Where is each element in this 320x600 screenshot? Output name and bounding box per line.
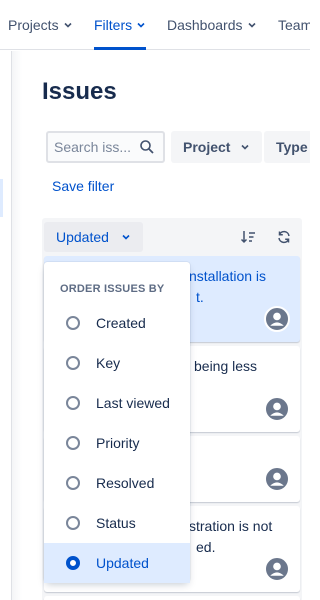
sort-by-label: Updated: [56, 229, 109, 245]
search-placeholder: Search iss...: [54, 139, 132, 155]
sort-option-updated[interactable]: Updated: [44, 543, 190, 583]
default-avatar-icon: [264, 556, 290, 582]
project-filter-label: Project: [183, 139, 231, 155]
search-icon: [140, 140, 154, 154]
radio-unchecked-icon: [66, 316, 80, 330]
nav-dashboards[interactable]: Dashboards: [167, 0, 257, 50]
nav-projects-label: Projects: [8, 17, 59, 33]
top-navigation: Projects Filters Dashboards Teams: [0, 0, 310, 50]
nav-projects[interactable]: Projects: [8, 0, 73, 50]
issue-list-header: Updated: [42, 218, 302, 256]
radio-unchecked-icon: [66, 516, 80, 530]
sort-option-label: Key: [96, 355, 121, 371]
sort-option-label: Last viewed: [96, 395, 170, 411]
sidebar-active-marker: [0, 179, 3, 217]
sort-option-label: Status: [96, 515, 136, 531]
save-filter-link[interactable]: Save filter: [52, 178, 114, 194]
chevron-down-icon: [122, 234, 130, 240]
sort-option-label: Resolved: [96, 475, 155, 491]
radio-unchecked-icon: [66, 356, 80, 370]
sort-order-icon[interactable]: [240, 229, 256, 245]
default-avatar-icon: [264, 396, 290, 422]
type-filter-label: Type: [276, 139, 308, 155]
sort-option-key[interactable]: Key: [44, 343, 190, 383]
radio-unchecked-icon: [66, 396, 80, 410]
nav-dashboards-label: Dashboards: [167, 17, 243, 33]
nav-filters-label: Filters: [94, 17, 133, 33]
sort-option-label: Updated: [96, 555, 149, 571]
sidebar-edge-shadow: [12, 51, 22, 600]
page-title: Issues: [42, 78, 117, 105]
chevron-down-icon: [64, 22, 72, 28]
radio-unchecked-icon: [66, 476, 80, 490]
sort-option-resolved[interactable]: Resolved: [44, 463, 190, 503]
project-filter-dropdown[interactable]: Project: [171, 131, 263, 163]
sort-option-status[interactable]: Status: [44, 503, 190, 543]
chevron-down-icon: [241, 144, 250, 150]
nav-teams[interactable]: Teams: [278, 0, 310, 50]
nav-filters[interactable]: Filters: [94, 0, 147, 50]
sort-option-label: Priority: [96, 435, 140, 451]
sort-by-button[interactable]: Updated: [44, 222, 143, 252]
menu-heading: ORDER ISSUES BY: [60, 283, 165, 295]
order-issues-menu: ORDER ISSUES BY Created Key Last viewed …: [44, 262, 190, 583]
search-issues-input[interactable]: Search iss...: [46, 131, 165, 163]
chevron-down-icon: [137, 22, 145, 28]
sort-option-last-viewed[interactable]: Last viewed: [44, 383, 190, 423]
radio-unchecked-icon: [66, 436, 80, 450]
nav-teams-label: Teams: [278, 17, 310, 33]
default-avatar-icon: [264, 466, 290, 492]
sort-option-label: Created: [96, 315, 146, 331]
radio-checked-icon: [66, 556, 80, 570]
type-filter-dropdown[interactable]: Type: [264, 131, 310, 163]
sort-option-created[interactable]: Created: [44, 303, 190, 343]
refresh-icon[interactable]: [276, 229, 292, 245]
sort-option-priority[interactable]: Priority: [44, 423, 190, 463]
issue-card[interactable]: [44, 596, 300, 600]
left-sidebar-collapsed[interactable]: [0, 51, 12, 600]
default-avatar-icon: [264, 306, 290, 332]
chevron-down-icon: [247, 22, 256, 28]
